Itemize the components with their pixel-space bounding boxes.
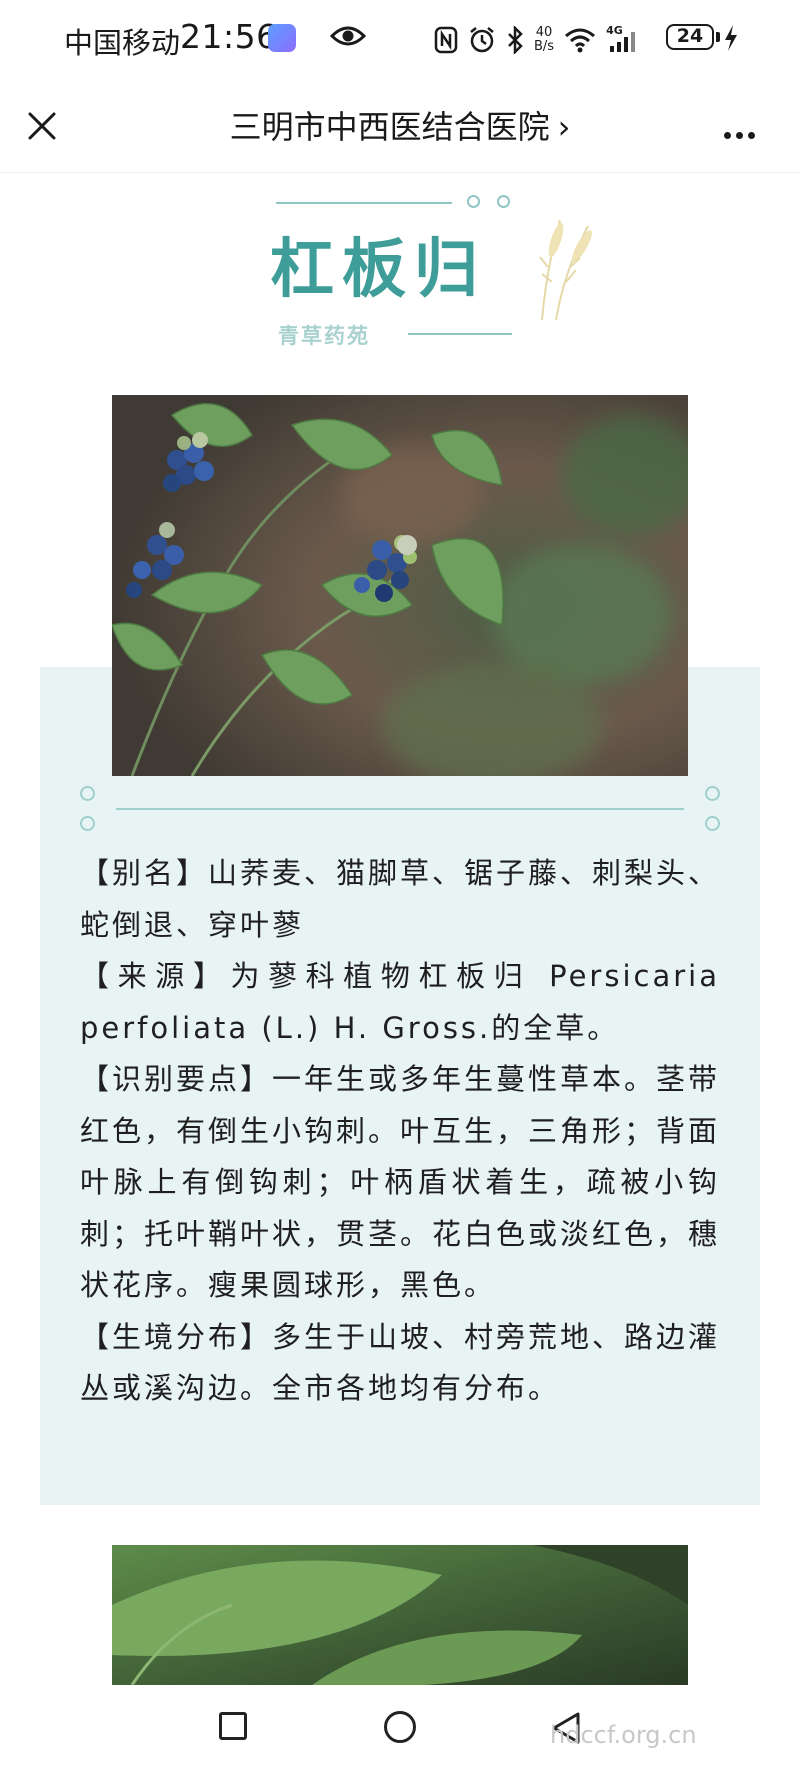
system-icons: 40 B/s 4G — [434, 20, 642, 60]
habitat-paragraph: 【生境分布】多生于山坡、村旁荒地、路边灌丛或溪沟边。全市各地均有分布。 — [80, 1319, 721, 1406]
battery-indicator: 24 — [666, 24, 714, 50]
battery-tip — [716, 32, 720, 42]
panel-divider — [116, 808, 684, 810]
cellular-signal: 4G — [606, 24, 642, 54]
panel-dot — [80, 786, 95, 801]
herb-info: 【别名】山荞麦、猫脚草、锯子藤、刺梨头、蛇倒退、穿叶蓼 【来源】为蓼科植物杠板归… — [80, 848, 720, 1415]
alias-paragraph: 【别名】山荞麦、猫脚草、锯子藤、刺梨头、蛇倒退、穿叶蓼 — [80, 856, 721, 942]
clock: 21:56 — [180, 17, 278, 56]
herb-photo — [112, 395, 688, 776]
system-nav-bar: hdccf.org.cn — [0, 1685, 800, 1770]
charging-bolt-icon — [725, 25, 737, 51]
panel-dot — [705, 816, 720, 831]
panel-dot — [80, 816, 95, 831]
carrier-label: 中国移动 — [64, 26, 181, 60]
page-title: 三明市中西医结合医院 — [229, 108, 550, 146]
signal-bars-icon — [610, 32, 636, 52]
identification-paragraph: 【识别要点】一年生或多年生蔓性草本。茎带红色，有倒生小钩刺。叶互生，三角形；背面… — [80, 1062, 721, 1302]
heading-dot-1 — [467, 195, 480, 208]
herb-title: 杠板归 — [270, 233, 486, 307]
herb-photo-2 — [112, 1545, 688, 1685]
eye-icon — [330, 26, 366, 46]
home-button[interactable] — [384, 1711, 416, 1743]
nfc-icon — [434, 26, 458, 54]
bluetooth-icon — [508, 26, 523, 54]
heading-top-line — [276, 202, 452, 204]
network-speed: 40 B/s — [534, 26, 554, 54]
watermark: hdccf.org.cn — [550, 1721, 697, 1749]
nav-bar: 三明市中西医结合医院 › — [0, 80, 800, 173]
app-notification-icon — [268, 24, 296, 52]
account-title-link[interactable]: 三明市中西医结合医院 › — [0, 102, 800, 148]
more-icon[interactable] — [724, 124, 760, 143]
status-bar: 中国移动 21:56 40 B/s 4G 24 — [0, 0, 800, 80]
heading-dot-2 — [497, 195, 510, 208]
alarm-icon — [470, 27, 494, 53]
network-speed-value: 40 — [535, 25, 553, 40]
wifi-icon — [565, 28, 596, 53]
chevron-right-icon: › — [557, 108, 571, 146]
panel-dot — [705, 786, 720, 801]
source-paragraph: 【来源】为蓼科植物杠板归 Persicaria perfoliata (L.) … — [80, 959, 720, 1045]
network-speed-unit: B/s — [534, 39, 555, 54]
recent-apps-button[interactable] — [219, 1712, 247, 1740]
herb-subtitle: 青草药苑 — [278, 324, 370, 348]
heading-bottom-line — [408, 333, 512, 335]
wheat-icon — [539, 219, 592, 321]
